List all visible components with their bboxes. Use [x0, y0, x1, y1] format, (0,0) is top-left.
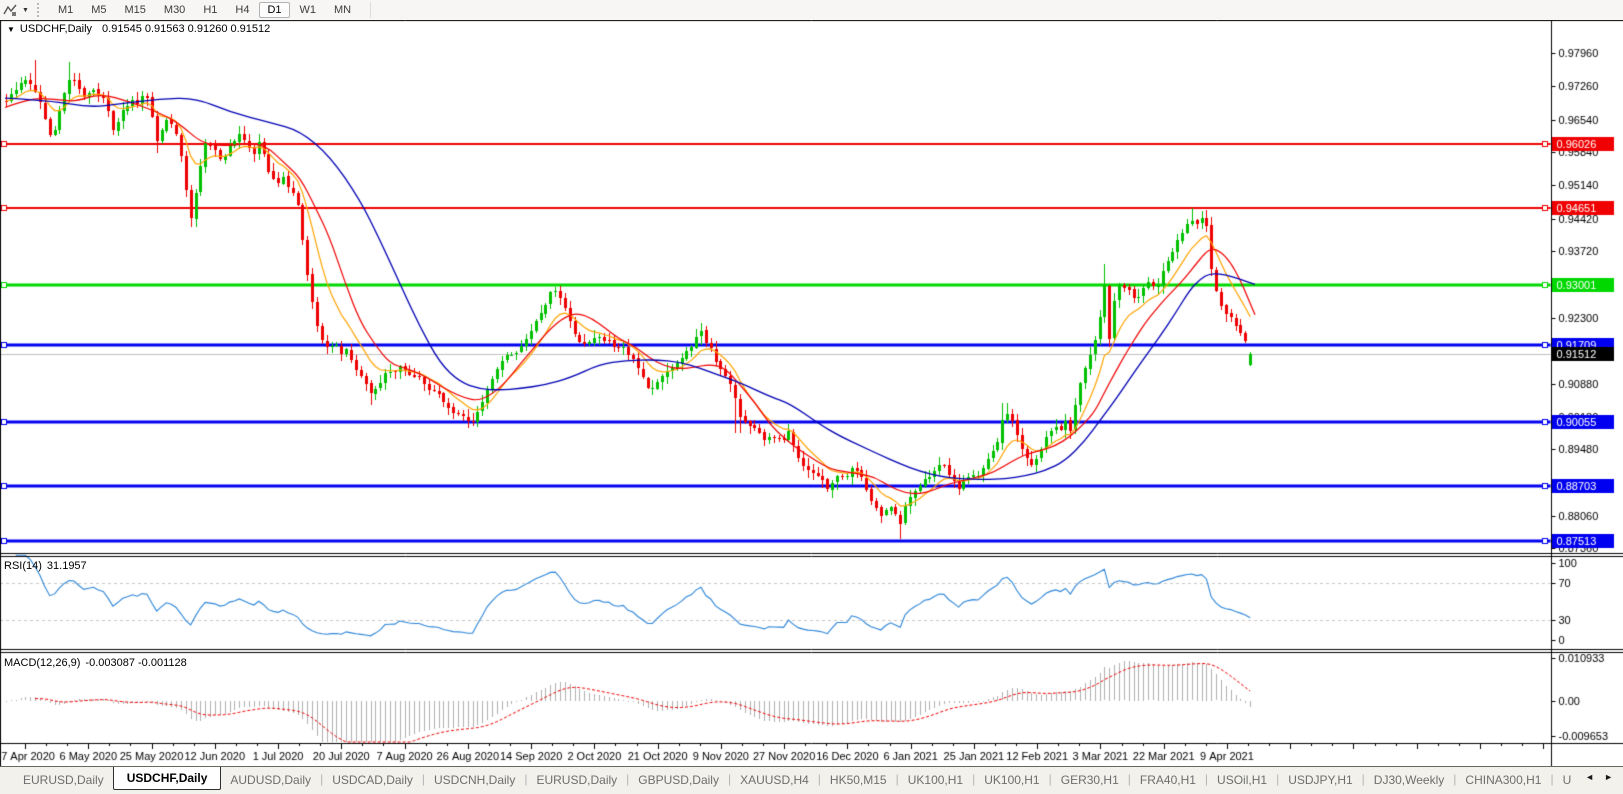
tab-CHINA300-H1[interactable]: CHINA300,H1 — [1456, 769, 1550, 790]
ohlc-values: 0.91545 0.91563 0.91260 0.91512 — [102, 23, 271, 35]
tab-U[interactable]: U — [1554, 769, 1581, 790]
price-chart-canvas[interactable] — [0, 20, 1623, 766]
tab-scroll-controls: ◄ ► — [1581, 767, 1623, 782]
timeframe-button-M5[interactable]: M5 — [83, 2, 114, 18]
timeframe-button-M15[interactable]: M15 — [117, 2, 154, 18]
tab-USDCNH-Daily[interactable]: USDCNH,Daily — [425, 769, 524, 790]
chart-tab-bar: EURUSD,Daily USDCHF,Daily AUDUSD,Daily | USD… — [0, 766, 1623, 794]
timeframe-toolbar: ▼ M1 M5 M15 M30 H1 H4 D1 W1 MN — [0, 0, 1623, 20]
tab-USOil-H1[interactable]: USOil,H1 — [1208, 769, 1276, 790]
chart-tabs: EURUSD,Daily USDCHF,Daily AUDUSD,Daily | USD… — [0, 767, 1580, 791]
timeframe-button-W1[interactable]: W1 — [292, 2, 325, 18]
rsi-name: RSI(14) — [4, 560, 42, 572]
tab-GER30-H1[interactable]: GER30,H1 — [1052, 769, 1128, 790]
tab-EURUSD-Daily[interactable]: EURUSD,Daily — [527, 769, 626, 790]
chart-collapse-caret-icon[interactable]: ▼ — [7, 25, 15, 34]
tab-UK100-H1[interactable]: UK100,H1 — [975, 769, 1048, 790]
tab-FRA40-H1[interactable]: FRA40,H1 — [1131, 769, 1205, 790]
tab-scroll-right-icon[interactable]: ► — [1604, 772, 1613, 782]
tab-AUDUSD-Daily[interactable]: AUDUSD,Daily — [221, 769, 320, 790]
tab-HK50-M15[interactable]: HK50,M15 — [821, 769, 896, 790]
chart-area: ▼ USDCHF,Daily 0.91545 0.91563 0.91260 0… — [0, 20, 1623, 766]
timeframe-button-D1[interactable]: D1 — [259, 2, 290, 18]
toolbar-separator — [370, 2, 372, 18]
rsi-indicator-label: RSI(14) 31.1957 — [4, 560, 87, 572]
tab-UK100-H1[interactable]: UK100,H1 — [899, 769, 972, 790]
timeframe-button-MN[interactable]: MN — [326, 2, 359, 18]
timeframe-button-H4[interactable]: H4 — [227, 2, 257, 18]
tab-GBPUSD-Daily[interactable]: GBPUSD,Daily — [629, 769, 728, 790]
timeframe-button-H1[interactable]: H1 — [195, 2, 225, 18]
indicators-icon[interactable] — [3, 3, 19, 17]
indicators-dropdown-caret-icon[interactable]: ▼ — [22, 7, 29, 14]
macd-indicator-label: MACD(12,26,9) -0.003087 -0.001128 — [4, 657, 187, 669]
chart-title: ▼ USDCHF,Daily 0.91545 0.91563 0.91260 0… — [7, 23, 270, 35]
symbol-period-label: USDCHF,Daily — [19, 23, 93, 35]
tab-USDCAD-Daily[interactable]: USDCAD,Daily — [323, 769, 422, 790]
timeframe-button-M1[interactable]: M1 — [50, 2, 81, 18]
tab-EURUSD-Daily[interactable]: EURUSD,Daily — [14, 769, 113, 790]
tab-DJ30-Weekly[interactable]: DJ30,Weekly — [1365, 769, 1453, 790]
rsi-value: 31.1957 — [46, 560, 87, 572]
timeframe-button-M30[interactable]: M30 — [156, 2, 193, 18]
toolbar-grip[interactable] — [36, 3, 43, 17]
tab-USDJPY-H1[interactable]: USDJPY,H1 — [1279, 769, 1361, 790]
macd-name: MACD(12,26,9) — [4, 657, 81, 669]
timeframe-buttons: M1 M5 M15 M30 H1 H4 D1 W1 MN — [49, 0, 360, 20]
tab-XAUUSD-H4[interactable]: XAUUSD,H4 — [731, 769, 818, 790]
tab-scroll-left-icon[interactable]: ◄ — [1585, 772, 1594, 782]
macd-values: -0.003087 -0.001128 — [85, 657, 187, 669]
mt4-window: ▼ M1 M5 M15 M30 H1 H4 D1 W1 MN ▼ USDCHF,Daily 0.… — [0, 0, 1623, 794]
tab-USDCHF-Daily[interactable]: USDCHF,Daily — [112, 767, 222, 790]
